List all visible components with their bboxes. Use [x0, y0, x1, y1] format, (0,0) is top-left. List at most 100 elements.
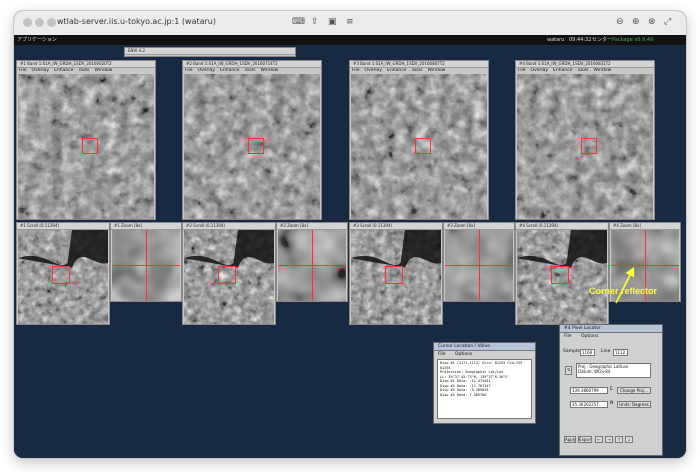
window-title: wtlab-server.iis.u-tokyo.ac.jp:1 (wataru… [57, 17, 216, 26]
cursor-dialog-title: Cursor Location / Value [434, 343, 535, 351]
apps-menu[interactable]: アプリケーション [17, 35, 57, 45]
menu-overlay[interactable]: Overlay [32, 68, 50, 73]
zoom-window-1[interactable]: #1 Zoom [8x] [110, 222, 182, 302]
sample-input[interactable]: 1169 [580, 349, 595, 356]
line-label: Line [601, 349, 611, 354]
sar-image-band-2[interactable] [184, 74, 320, 219]
scroll-image-1[interactable] [18, 230, 108, 324]
menu-file[interactable]: File [518, 68, 526, 73]
scroll-window-4[interactable]: #4 Scroll (0.11394) [515, 222, 609, 325]
menu-window[interactable]: Window [594, 68, 612, 73]
menu-overlay[interactable]: Overlay [531, 68, 549, 73]
band-window-4[interactable]: #4 Band 1:S1A_IW_GRDH_1SDV_20160831T2 Fil… [515, 60, 655, 220]
sar-image-band-4[interactable] [517, 74, 653, 219]
proj-line: Datum: WGS-84 [578, 369, 611, 374]
line-input[interactable]: 1112 [613, 349, 628, 356]
pixel-dialog-title: #4 Pixel Locator [560, 325, 662, 333]
cursor-values-text[interactable]: Disp #1 (1171,1112) Scrn: 81255 Grd:255 … [437, 359, 532, 419]
band-window-1[interactable]: #1 Band 1:S1A_IW_GRDH_1SDV_20160620T2 Fil… [16, 60, 156, 220]
menu-options[interactable]: Options [455, 352, 472, 357]
minimize-window-button[interactable] [35, 18, 44, 27]
title-bar: wtlab-server.iis.u-tokyo.ac.jp:1 (wataru… [14, 11, 686, 36]
band-window-2[interactable]: #2 Band 1:S1A_IW_GRDH_1SDV_20160714T2 Fil… [182, 60, 322, 220]
crosshair-horizontal [278, 265, 346, 266]
latitude-dir: N [610, 401, 614, 406]
maximize-window-button[interactable] [47, 18, 56, 27]
zoom-in-icon[interactable]: ⊕ [632, 16, 640, 28]
menu-enhance[interactable]: Enhance [54, 68, 73, 73]
band-window-3[interactable]: #3 Band 1:S1A_IW_GRDH_1SDV_20160807T2 Fil… [349, 60, 489, 220]
arrow-down-button[interactable]: ↓ [625, 436, 633, 443]
fullscreen-icon[interactable]: ⤢ [664, 16, 671, 28]
zoom-image-2[interactable] [278, 230, 346, 301]
sample-label: Sample [563, 349, 580, 354]
cursor-line: Disp #1 (1171,1112) Scrn: 81255 Grd:255 … [440, 361, 523, 370]
zoom-window-2[interactable]: #2 Zoom [8x] [276, 222, 348, 302]
menu-file[interactable]: File [564, 334, 572, 339]
keyboard-icon[interactable]: ⌨ [292, 16, 305, 28]
menu-enhance[interactable]: Enhance [387, 68, 406, 73]
menu-tools[interactable]: Tools [577, 68, 588, 73]
scroll-box-outline [551, 266, 569, 284]
scroll-window-2[interactable]: #2 Scroll (0.11394) [182, 222, 276, 325]
band-window-title: #2 Band 1:S1A_IW_GRDH_1SDV_20160714T2 [183, 61, 321, 68]
menu-enhance[interactable]: Enhance [220, 68, 239, 73]
pixel-locator-dialog[interactable]: #4 Pixel Locator File Options Sample 116… [559, 324, 663, 456]
scroll-window-title: #3 Scroll (0.11394) [350, 223, 442, 230]
menu-options[interactable]: Options [581, 334, 598, 339]
zoom-out-icon[interactable]: ⊖ [616, 16, 624, 28]
sar-image-band-1[interactable] [18, 74, 154, 219]
menu-tools[interactable]: Tools [411, 68, 422, 73]
vnc-viewer-window: wtlab-server.iis.u-tokyo.ac.jp:1 (wataru… [14, 11, 686, 458]
menu-enhance[interactable]: Enhance [553, 68, 572, 73]
zoom-box-outline [82, 138, 98, 154]
envi-title: ENVI 4.2 [125, 48, 295, 55]
arrow-left-button[interactable]: ← [595, 436, 603, 443]
zoom-box-outline [415, 138, 431, 154]
arrow-up-button[interactable]: ↑ [615, 436, 623, 443]
zoom-fit-icon[interactable]: ⊗ [648, 16, 656, 28]
menu-file[interactable]: File [438, 352, 446, 357]
menu-overlay[interactable]: Overlay [365, 68, 383, 73]
menu-file[interactable]: File [19, 68, 27, 73]
cursor-dialog-menu: File Options [434, 351, 535, 358]
corner-reflector-label: Corner reflector [589, 286, 658, 296]
scroll-image-2[interactable] [184, 230, 274, 324]
latitude-input[interactable]: 35.36202257 [570, 401, 608, 408]
arrow-right-button[interactable]: → [605, 436, 613, 443]
scroll-image-3[interactable] [351, 230, 441, 324]
apply-button[interactable]: Apply [564, 436, 576, 443]
stack-icon[interactable]: ▣ [328, 16, 337, 28]
menu-file[interactable]: File [185, 68, 193, 73]
share-icon[interactable]: ⇪ [311, 16, 319, 28]
menu-tools[interactable]: Tools [244, 68, 255, 73]
scroll-window-1[interactable]: #1 Scroll (0.11394) [16, 222, 110, 325]
units-button[interactable]: Units: Degrees [617, 401, 651, 408]
menu-file[interactable]: File [352, 68, 360, 73]
remote-desktop: アプリケーション wataru 09:44:32 センター Package v0… [14, 35, 686, 458]
change-proj-button[interactable]: Change Proj... [617, 387, 651, 394]
close-window-button[interactable] [23, 18, 32, 27]
scroll-image-4[interactable] [517, 230, 607, 324]
envi-main-window[interactable]: ENVI 4.2 [124, 47, 296, 57]
sar-image-band-3[interactable] [351, 74, 487, 219]
scroll-window-3[interactable]: #3 Scroll (0.11394) [349, 222, 443, 325]
cursor-location-dialog[interactable]: Cursor Location / Value File Options Dis… [433, 342, 536, 424]
longitude-input[interactable]: 139.3860799 [570, 387, 608, 394]
menu-icon[interactable]: ≡ [346, 16, 354, 28]
band-window-title: #1 Band 1:S1A_IW_GRDH_1SDV_20160620T2 [17, 61, 155, 68]
panel-user: wataru [547, 37, 565, 43]
menu-window[interactable]: Window [261, 68, 279, 73]
panel-center: センター [592, 37, 613, 43]
export-button[interactable]: Export [578, 436, 592, 443]
zoom-image-1[interactable] [112, 230, 180, 301]
zoom-window-3[interactable]: #3 Zoom [8x] [443, 222, 515, 302]
scroll-window-title: #2 Scroll (0.11394) [183, 223, 275, 230]
menu-window[interactable]: Window [428, 68, 446, 73]
menu-tools[interactable]: Tools [78, 68, 89, 73]
menu-window[interactable]: Window [95, 68, 113, 73]
pixel-dialog-menu: File Options [560, 333, 662, 340]
zoom-image-3[interactable] [445, 230, 513, 301]
swap-arrows-button[interactable]: ⇅ [565, 366, 572, 375]
menu-overlay[interactable]: Overlay [198, 68, 216, 73]
